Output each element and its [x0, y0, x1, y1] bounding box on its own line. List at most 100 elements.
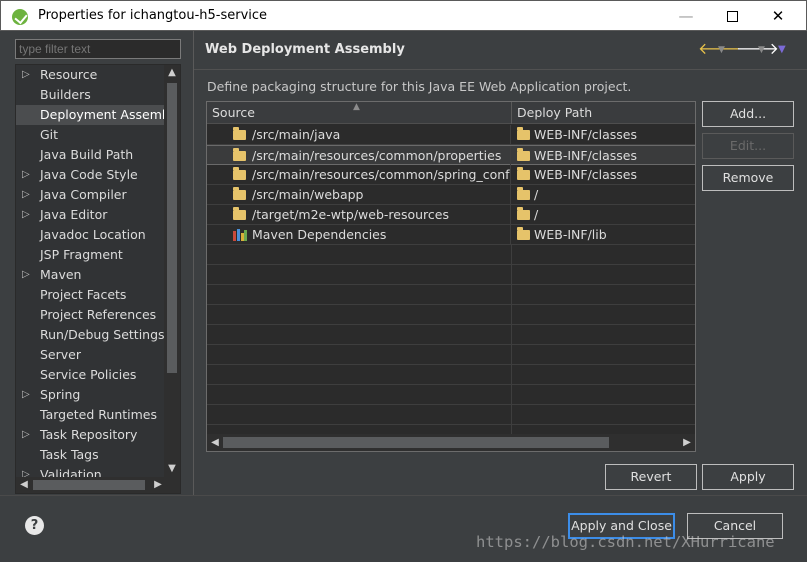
expand-arrow-icon[interactable]: ▷ [22, 205, 30, 225]
tree-item[interactable]: Javadoc Location [16, 225, 166, 245]
source-cell: Maven Dependencies [207, 225, 511, 244]
library-icon [233, 229, 247, 241]
column-label: Source [212, 105, 255, 120]
tree-item[interactable]: ▷ Java Code Style [16, 165, 166, 185]
tree-item-label: Server [40, 347, 81, 362]
scroll-left-icon[interactable]: ◀ [207, 434, 223, 451]
tree-item[interactable]: Project References [16, 305, 166, 325]
expand-arrow-icon[interactable]: ▷ [22, 165, 30, 185]
tree-item[interactable]: Git [16, 125, 166, 145]
scroll-left-icon[interactable]: ◀ [16, 477, 32, 493]
expand-arrow-icon[interactable]: ▷ [22, 465, 30, 477]
source-path: /src/main/resources/common/properties [252, 148, 502, 163]
tree-item-label: JSP Fragment [40, 247, 123, 262]
tree-item-label: Deployment Assembly [40, 107, 166, 122]
scroll-right-icon[interactable]: ▶ [679, 434, 695, 451]
table-row[interactable]: /src/main/resources/common/properties WEB… [207, 145, 695, 165]
assembly-table: Source ▲ Deploy Path /src/main/java WEB-I… [206, 101, 696, 452]
tree-item[interactable]: ▷ Java Compiler [16, 185, 166, 205]
tree-item[interactable]: Deployment Assembly [16, 105, 166, 125]
expand-arrow-icon[interactable]: ▷ [22, 65, 30, 85]
watermark-text: https://blog.csdn.net/XHurricane [476, 533, 775, 551]
source-cell: /target/m2e-wtp/web-resources [207, 205, 511, 224]
tree-item-label: Run/Debug Settings [40, 327, 165, 342]
tree-item[interactable]: Builders [16, 85, 166, 105]
expand-arrow-icon[interactable]: ▷ [22, 185, 30, 205]
tree-item[interactable]: Run/Debug Settings [16, 325, 166, 345]
maximize-button[interactable] [709, 1, 755, 31]
table-row[interactable]: Maven Dependencies WEB-INF/lib [207, 225, 695, 245]
source-path: /src/main/webapp [252, 187, 364, 202]
help-icon[interactable]: ? [25, 516, 44, 535]
close-button[interactable]: ✕ [755, 1, 801, 31]
column-header-source[interactable]: Source ▲ [207, 102, 512, 124]
deploy-cell: WEB-INF/lib [512, 225, 695, 244]
page-title: Web Deployment Assembly [205, 42, 405, 57]
filter-input[interactable] [15, 39, 181, 59]
tree-item[interactable]: ▷ Resource [16, 65, 166, 85]
view-menu-icon[interactable]: ▼ [778, 44, 786, 55]
revert-button[interactable]: Revert [605, 464, 697, 490]
table-row[interactable]: /src/main/resources/common/spring_conf WE… [207, 165, 695, 185]
tree-item-label: Task Tags [40, 447, 99, 462]
scroll-thumb[interactable] [223, 437, 609, 448]
tree-item[interactable]: Java Build Path [16, 145, 166, 165]
empty-table-row [207, 305, 695, 325]
tree-item[interactable]: ▷ Validation [16, 465, 166, 477]
tree-item-label: Java Editor [40, 207, 108, 222]
remove-button[interactable]: Remove [702, 165, 794, 191]
empty-table-row [207, 285, 695, 305]
tree-item[interactable]: Targeted Runtimes [16, 405, 166, 425]
table-horizontal-scrollbar[interactable]: ◀ ▶ [207, 434, 695, 451]
back-menu-chevron-icon[interactable]: ▼ [718, 45, 725, 55]
tree-item[interactable]: ▷ Maven [16, 265, 166, 285]
tree-item[interactable]: JSP Fragment [16, 245, 166, 265]
edit-button[interactable]: Edit... [702, 133, 794, 159]
tree-item-label: Task Repository [40, 427, 138, 442]
column-header-deploy-path[interactable]: Deploy Path [512, 102, 695, 124]
scroll-thumb[interactable] [33, 480, 145, 490]
tree-item-label: Maven [40, 267, 82, 282]
tree-item[interactable]: ▷ Task Repository [16, 425, 166, 445]
expand-arrow-icon[interactable]: ▷ [22, 425, 30, 445]
tree-item[interactable]: Task Tags [16, 445, 166, 465]
table-row[interactable]: /src/main/webapp / [207, 185, 695, 205]
tree-vertical-scrollbar[interactable]: ▲ ▼ [164, 65, 180, 477]
folder-icon [233, 127, 246, 140]
table-row[interactable]: /target/m2e-wtp/web-resources / [207, 205, 695, 225]
scroll-thumb[interactable] [167, 83, 177, 373]
table-body: /src/main/java WEB-INF/classes/src/main/r… [207, 125, 695, 445]
page-description: Define packaging structure for this Java… [207, 79, 632, 94]
tree-item-label: Targeted Runtimes [40, 407, 157, 422]
tree-item-label: Java Compiler [40, 187, 127, 202]
tree-item[interactable]: Service Policies [16, 365, 166, 385]
tree-item-label: Service Policies [40, 367, 137, 382]
tree-horizontal-scrollbar[interactable]: ◀ ▶ [16, 477, 180, 493]
scroll-up-icon[interactable]: ▲ [164, 65, 180, 81]
apply-button[interactable]: Apply [702, 464, 794, 490]
tree-item-label: Validation [40, 467, 102, 477]
tree-item-label: Resource [40, 67, 98, 82]
table-header: Source ▲ Deploy Path [207, 102, 695, 124]
tree-item[interactable]: ▷ Java Editor [16, 205, 166, 225]
scroll-down-icon[interactable]: ▼ [164, 461, 180, 477]
source-path: /src/main/resources/common/spring_conf [252, 167, 510, 182]
empty-table-row [207, 385, 695, 405]
tree-item[interactable]: Server [16, 345, 166, 365]
minimize-button[interactable]: — [663, 1, 709, 31]
pane-divider[interactable] [193, 31, 194, 495]
folder-icon [517, 187, 530, 200]
forward-menu-chevron-icon[interactable]: ▼ [758, 45, 765, 55]
scroll-right-icon[interactable]: ▶ [150, 477, 166, 493]
tree-item[interactable]: Project Facets [16, 285, 166, 305]
source-cell: /src/main/webapp [207, 185, 511, 204]
empty-table-row [207, 265, 695, 285]
source-cell: /src/main/resources/common/properties [207, 146, 511, 165]
table-row[interactable]: /src/main/java WEB-INF/classes [207, 125, 695, 145]
expand-arrow-icon[interactable]: ▷ [22, 385, 30, 405]
add-button[interactable]: Add... [702, 101, 794, 127]
tree-list: ▷ Resource Builders Deployment Assembly Git J… [16, 65, 166, 477]
tree-item[interactable]: ▷ Spring [16, 385, 166, 405]
empty-table-row [207, 325, 695, 345]
expand-arrow-icon[interactable]: ▷ [22, 265, 30, 285]
